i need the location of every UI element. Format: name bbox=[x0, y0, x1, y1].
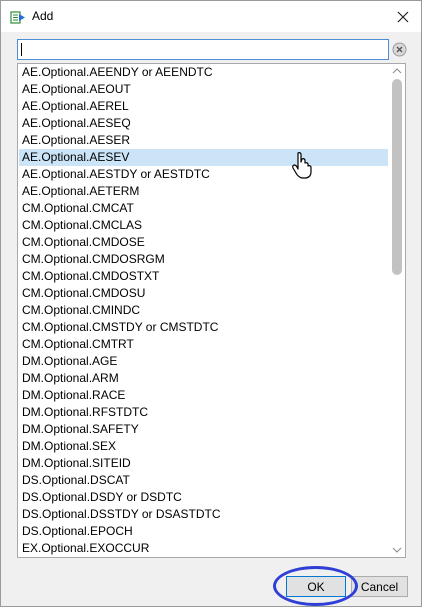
list-item[interactable]: CM.Optional.CMCLAS bbox=[19, 217, 388, 234]
list-item[interactable]: DS.Optional.EPOCH bbox=[19, 523, 388, 540]
list-item[interactable]: AE.Optional.AESEV bbox=[19, 149, 388, 166]
list-item[interactable]: DM.Optional.SEX bbox=[19, 438, 388, 455]
list-item[interactable]: CM.Optional.CMSTDY or CMSTDTC bbox=[19, 319, 388, 336]
list-item[interactable]: DM.Optional.ARM bbox=[19, 370, 388, 387]
column-list[interactable]: AE.Optional.AEENDY or AEENDTC AE.Optional… bbox=[17, 63, 406, 558]
list-item[interactable]: DM.Optional.RACE bbox=[19, 387, 388, 404]
list-item[interactable]: EX.Optional.EXOCCUR bbox=[19, 540, 388, 557]
list-item[interactable]: CM.Optional.CMDOSU bbox=[19, 285, 388, 302]
list-item[interactable]: AE.Optional.AEREL bbox=[19, 98, 388, 115]
list-item[interactable]: AE.Optional.AEENDY or AEENDTC bbox=[19, 64, 388, 81]
list-item[interactable]: DM.Optional.SITEID bbox=[19, 455, 388, 472]
scroll-up-icon[interactable] bbox=[392, 68, 402, 74]
list-item[interactable]: DM.Optional.SAFETY bbox=[19, 421, 388, 438]
text-caret bbox=[21, 43, 22, 56]
scroll-down-icon[interactable] bbox=[392, 547, 402, 553]
list-item[interactable]: CM.Optional.CMCAT bbox=[19, 200, 388, 217]
hand-pointer-icon bbox=[292, 152, 312, 179]
cancel-button[interactable]: Cancel bbox=[351, 576, 408, 597]
add-list-icon bbox=[10, 9, 26, 25]
list-item[interactable]: DS.Optional.DSCAT bbox=[19, 472, 388, 489]
search-field[interactable] bbox=[17, 39, 389, 60]
close-icon bbox=[397, 11, 409, 23]
list-item[interactable]: AE.Optional.AESER bbox=[19, 132, 388, 149]
vertical-scrollbar[interactable] bbox=[389, 64, 405, 557]
list-item[interactable]: CM.Optional.CMTRT bbox=[19, 336, 388, 353]
clear-search-button[interactable] bbox=[392, 42, 407, 57]
list-item[interactable]: DS.Optional.DSDY or DSDTC bbox=[19, 489, 388, 506]
close-button[interactable] bbox=[391, 5, 415, 29]
clear-icon bbox=[392, 42, 407, 57]
list-item[interactable]: AE.Optional.AESEQ bbox=[19, 115, 388, 132]
list-item[interactable]: AE.Optional.AETERM bbox=[19, 183, 388, 200]
list-item[interactable]: DM.Optional.RFSTDTC bbox=[19, 404, 388, 421]
list-item[interactable]: CM.Optional.CMDOSE bbox=[19, 234, 388, 251]
window-title: Add bbox=[32, 9, 54, 23]
list-item[interactable]: AE.Optional.AESTDY or AESTDTC bbox=[19, 166, 388, 183]
search-input[interactable] bbox=[18, 40, 385, 59]
ok-button[interactable]: OK bbox=[286, 576, 346, 597]
list-item[interactable]: CM.Optional.CMINDC bbox=[19, 302, 388, 319]
list-item[interactable]: CM.Optional.CMDOSRGM bbox=[19, 251, 388, 268]
list-item[interactable]: DS.Optional.DSSTDY or DSASTDTC bbox=[19, 506, 388, 523]
list-item[interactable]: AE.Optional.AEOUT bbox=[19, 81, 388, 98]
list-item[interactable]: DM.Optional.AGE bbox=[19, 353, 388, 370]
list-item[interactable]: CM.Optional.CMDOSTXT bbox=[19, 268, 388, 285]
title-bar: Add bbox=[1, 1, 421, 32]
scrollbar-thumb[interactable] bbox=[392, 79, 402, 275]
add-dialog: Add AE.Optional.AEENDY or AEENDTC AE.Opti… bbox=[0, 0, 422, 607]
